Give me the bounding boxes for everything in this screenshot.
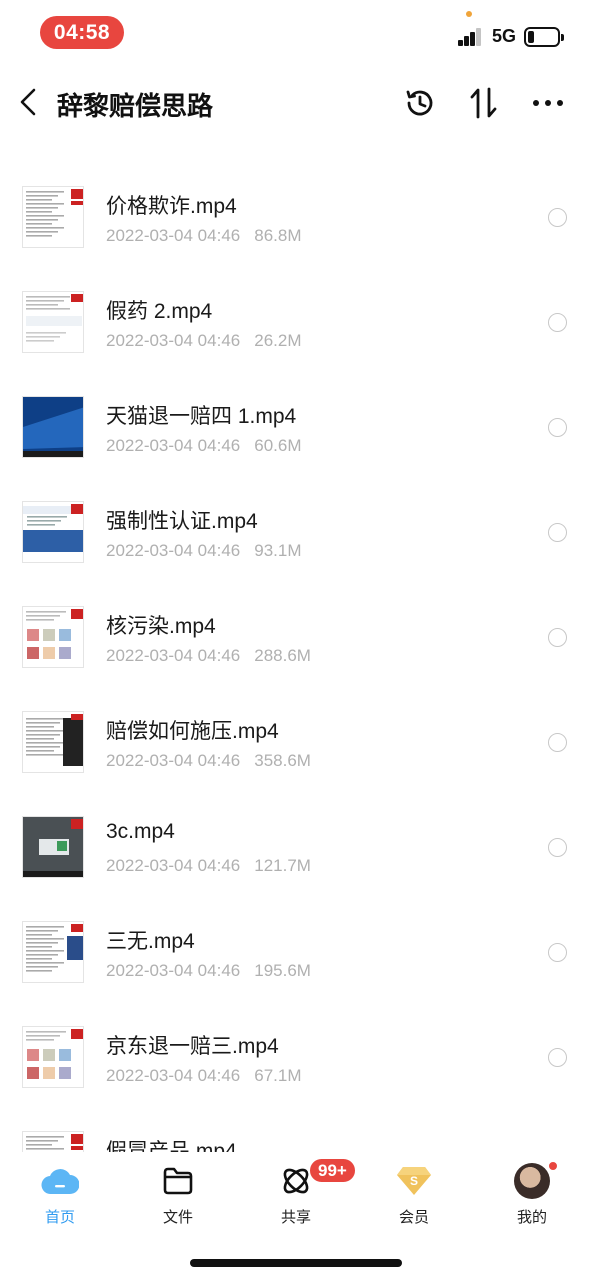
nav-item-vip[interactable]: S 会员 (374, 1162, 454, 1232)
privacy-dot-indicator (466, 11, 472, 17)
nav-item-me[interactable]: 我的 (492, 1162, 572, 1232)
history-icon[interactable] (400, 83, 440, 123)
select-radio[interactable] (548, 733, 567, 752)
file-meta: 2022-03-04 04:46 121.7M (106, 856, 311, 876)
file-meta: 2022-03-04 04:46 26.2M (106, 331, 301, 351)
video-thumbnail (22, 396, 84, 458)
status-bar: 04:58 5G (0, 0, 591, 70)
nav-label-home: 首页 (44, 1209, 75, 1226)
nav-item-home[interactable]: 首页 (20, 1162, 100, 1232)
file-date: 2022-03-04 04:46 (106, 1066, 241, 1085)
video-thumbnail (22, 711, 84, 773)
back-icon[interactable] (12, 82, 44, 122)
file-date: 2022-03-04 04:46 (106, 961, 241, 980)
select-radio[interactable] (548, 838, 567, 857)
file-size: 26.2M (254, 331, 302, 350)
file-row[interactable]: 赔偿如何施压.mp4 2022-03-04 04:46 358.6M (0, 675, 591, 780)
file-name: 价格欺诈.mp4 (106, 195, 237, 218)
select-radio[interactable] (548, 313, 567, 332)
file-date: 2022-03-04 04:46 (106, 751, 241, 770)
signal-icon (458, 28, 484, 46)
file-name: 天猫退一赔四 1.mp4 (106, 405, 297, 428)
file-row[interactable]: 假冒产品.mp4 (0, 1095, 591, 1152)
file-name: 3c.mp4 (106, 820, 175, 843)
select-radio[interactable] (548, 523, 567, 542)
page-title: 辞黎赔偿思路 (57, 91, 214, 121)
file-meta: 2022-03-04 04:46 67.1M (106, 1066, 301, 1086)
file-date: 2022-03-04 04:46 (106, 541, 241, 560)
select-radio[interactable] (548, 208, 567, 227)
video-thumbnail (22, 921, 84, 983)
battery-icon (524, 27, 564, 47)
select-radio[interactable] (548, 628, 567, 647)
folder-icon (158, 1162, 198, 1200)
more-icon[interactable] (528, 83, 568, 123)
file-row[interactable]: 价格欺诈.mp4 2022-03-04 04:46 86.8M (0, 150, 591, 255)
video-thumbnail (22, 501, 84, 563)
file-name: 强制性认证.mp4 (106, 510, 258, 533)
video-thumbnail (22, 186, 84, 248)
file-size: 195.6M (254, 961, 311, 980)
video-thumbnail (22, 1026, 84, 1088)
file-meta: 2022-03-04 04:46 93.1M (106, 541, 301, 561)
nav-label-me: 我的 (516, 1209, 547, 1226)
network-label: 5G (492, 26, 517, 46)
file-list: 价格欺诈.mp4 2022-03-04 04:46 86.8M 假药 2.mp4 202… (0, 150, 591, 1152)
file-size: 93.1M (254, 541, 302, 560)
select-radio[interactable] (548, 943, 567, 962)
avatar (514, 1163, 550, 1199)
file-size: 67.1M (254, 1066, 302, 1085)
file-meta: 2022-03-04 04:46 60.6M (106, 436, 301, 456)
file-date: 2022-03-04 04:46 (106, 436, 241, 455)
file-row[interactable]: 假药 2.mp4 2022-03-04 04:46 26.2M (0, 255, 591, 360)
notification-dot (547, 1160, 559, 1172)
file-row[interactable]: 三无.mp4 2022-03-04 04:46 195.6M (0, 885, 591, 990)
file-row[interactable]: 3c.mp4 2022-03-04 04:46 121.7M (0, 780, 591, 885)
file-meta: 2022-03-04 04:46 195.6M (106, 961, 311, 981)
file-meta: 2022-03-04 04:46 358.6M (106, 751, 311, 771)
svg-text:S: S (410, 1174, 418, 1188)
file-name: 假药 2.mp4 (106, 300, 213, 323)
nav-item-files[interactable]: 文件 (138, 1162, 218, 1232)
nav-label-vip: 会员 (398, 1209, 429, 1226)
file-name: 赔偿如何施压.mp4 (106, 720, 279, 743)
video-thumbnail (22, 816, 84, 878)
header: 辞黎赔偿思路 (0, 70, 591, 136)
file-size: 121.7M (254, 856, 311, 875)
video-thumbnail (22, 1131, 84, 1152)
file-meta: 2022-03-04 04:46 86.8M (106, 226, 301, 246)
file-name: 三无.mp4 (106, 930, 195, 953)
file-size: 288.6M (254, 646, 311, 665)
nav-label-files: 文件 (162, 1209, 193, 1226)
status-time: 04:58 (40, 16, 124, 49)
file-date: 2022-03-04 04:46 (106, 646, 241, 665)
file-name: 京东退一赔三.mp4 (106, 1035, 279, 1058)
video-thumbnail (22, 291, 84, 353)
select-radio[interactable] (548, 418, 567, 437)
home-indicator (190, 1259, 402, 1267)
video-thumbnail (22, 606, 84, 668)
file-row[interactable]: 强制性认证.mp4 2022-03-04 04:46 93.1M (0, 465, 591, 570)
nav-label-share: 共享 (280, 1209, 311, 1226)
file-meta: 2022-03-04 04:46 288.6M (106, 646, 311, 666)
file-date: 2022-03-04 04:46 (106, 226, 241, 245)
file-date: 2022-03-04 04:46 (106, 856, 241, 875)
diamond-icon: S (394, 1162, 434, 1200)
file-size: 86.8M (254, 226, 302, 245)
file-row[interactable]: 天猫退一赔四 1.mp4 2022-03-04 04:46 60.6M (0, 360, 591, 465)
file-date: 2022-03-04 04:46 (106, 331, 241, 350)
share-badge: 99+ (308, 1157, 357, 1184)
sort-icon[interactable] (464, 83, 504, 123)
cloud-icon (40, 1162, 80, 1200)
file-row[interactable]: 京东退一赔三.mp4 2022-03-04 04:46 67.1M (0, 990, 591, 1095)
file-size: 60.6M (254, 436, 302, 455)
file-name: 核污染.mp4 (106, 615, 216, 638)
select-radio[interactable] (548, 1048, 567, 1067)
avatar-wrap (512, 1162, 552, 1200)
file-size: 358.6M (254, 751, 311, 770)
file-row[interactable]: 核污染.mp4 2022-03-04 04:46 288.6M (0, 570, 591, 675)
file-name: 假冒产品.mp4 (106, 1140, 237, 1152)
